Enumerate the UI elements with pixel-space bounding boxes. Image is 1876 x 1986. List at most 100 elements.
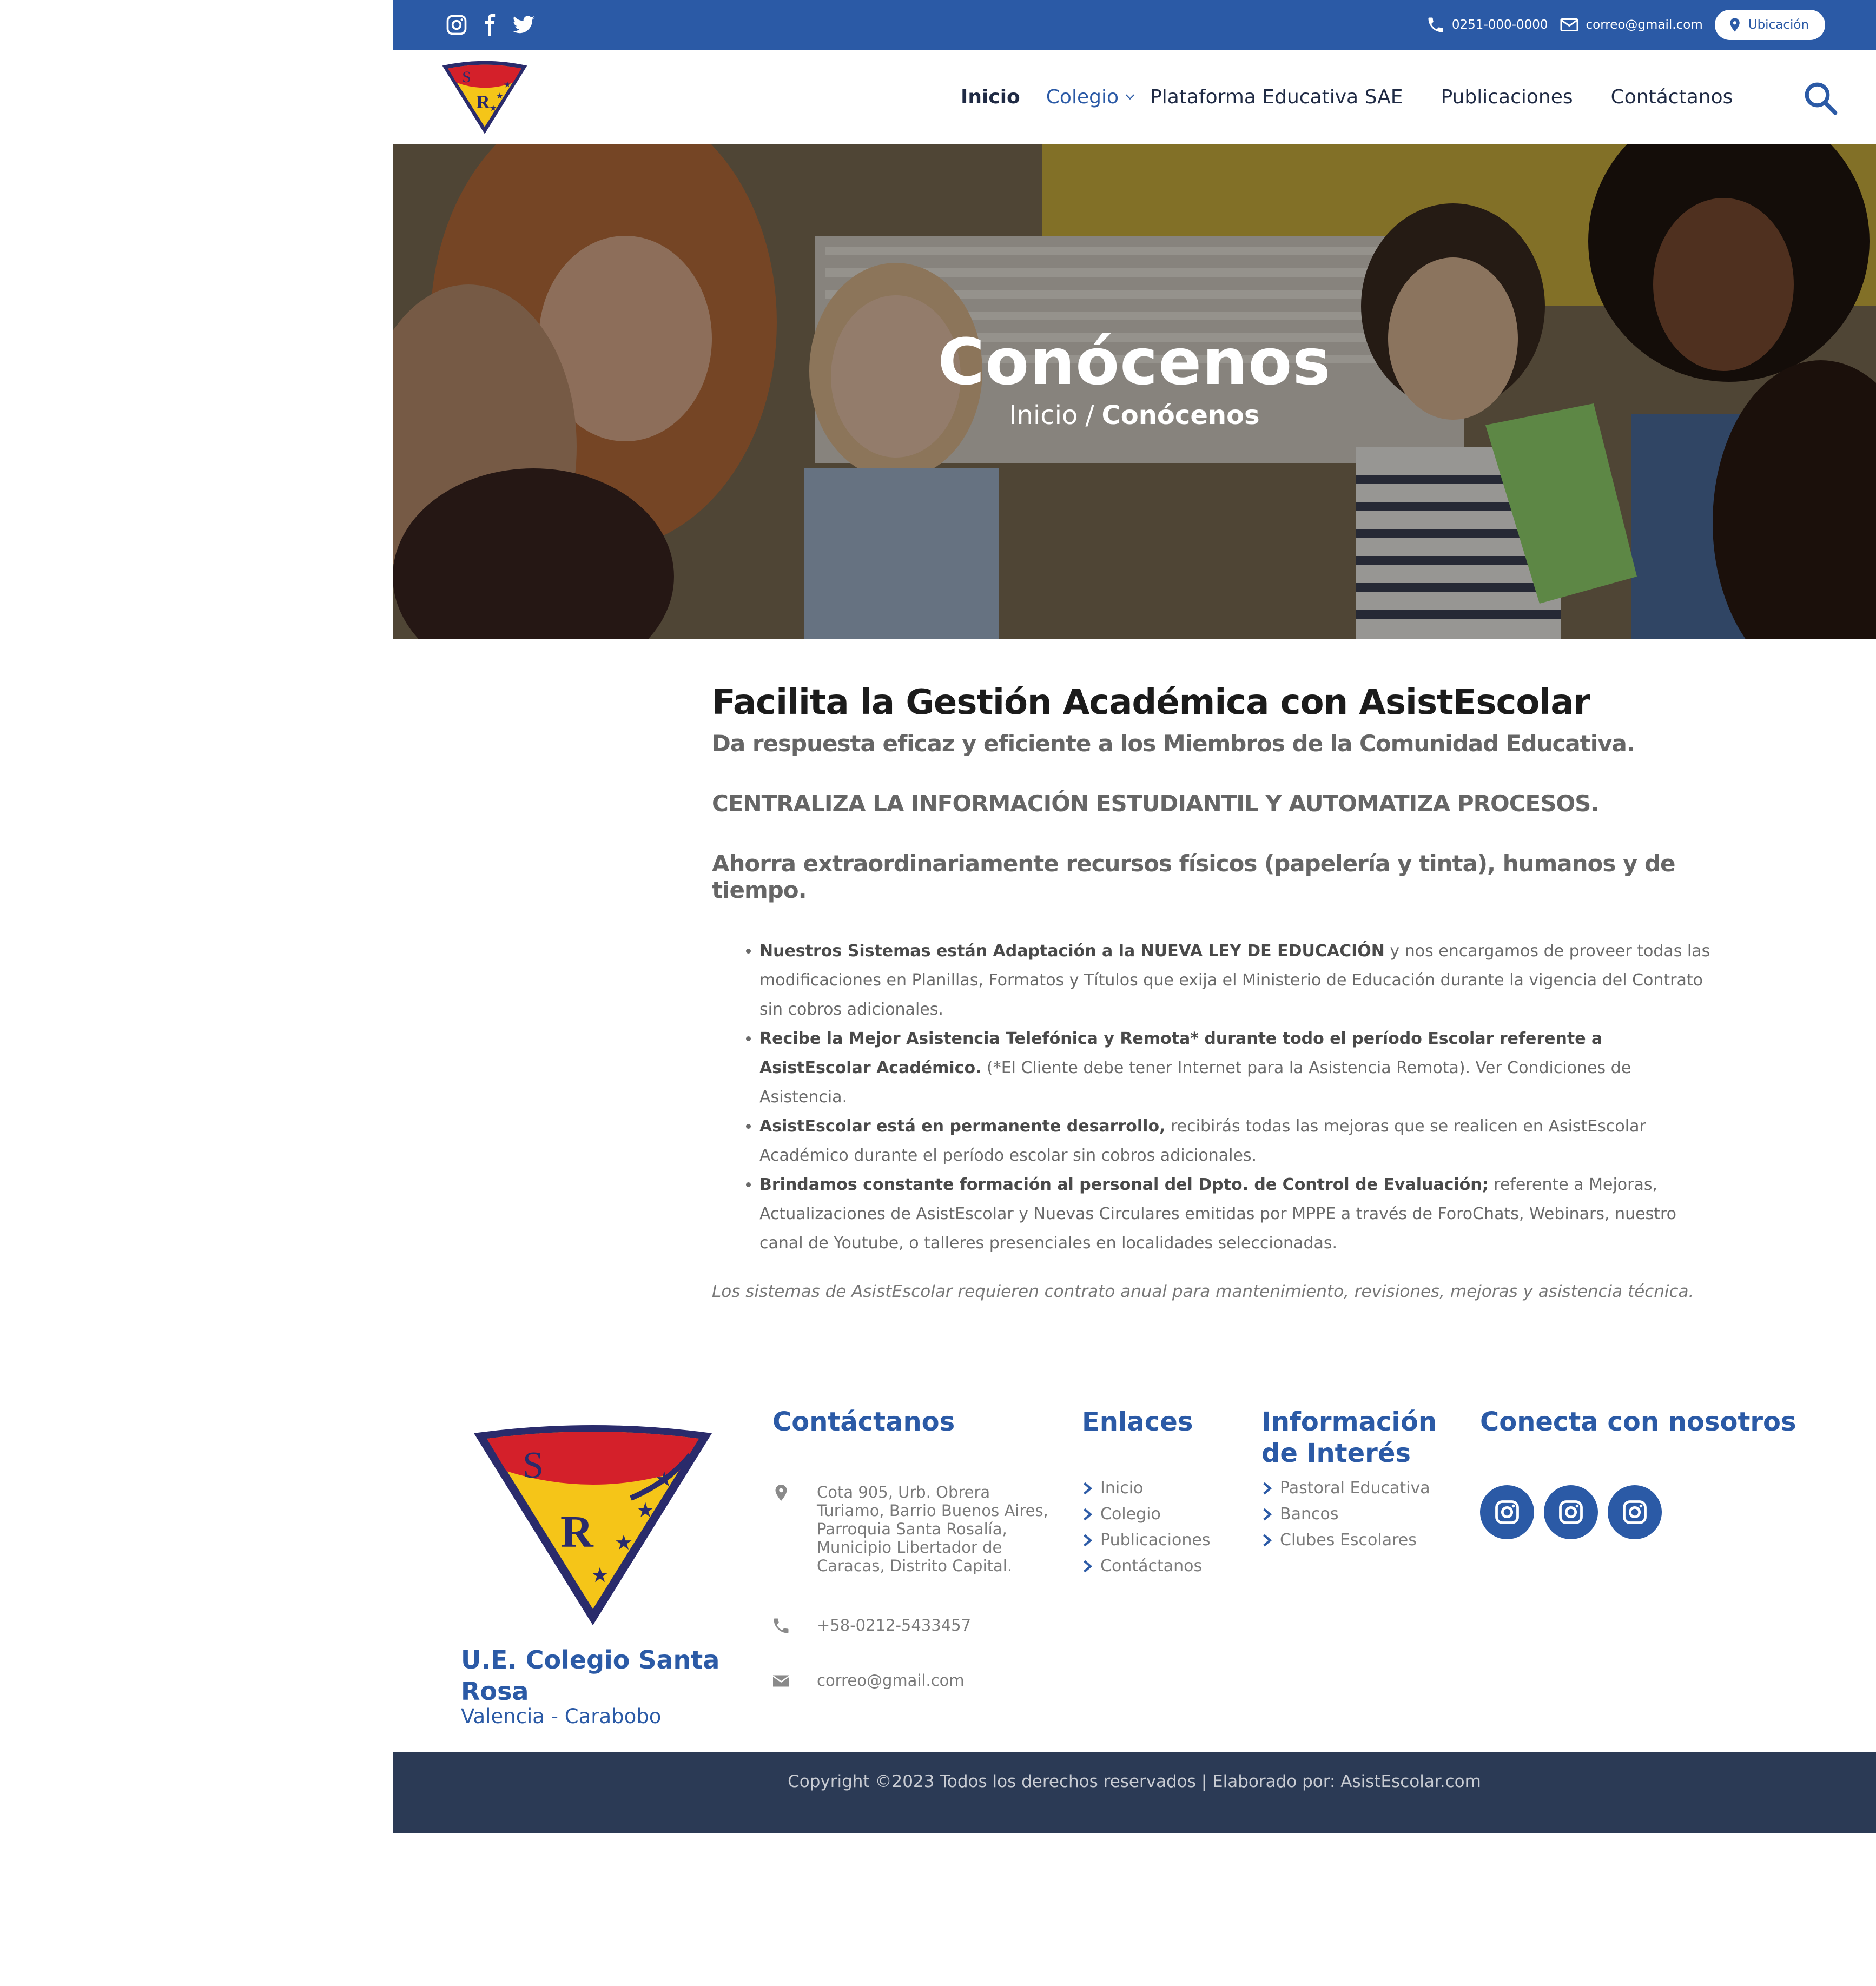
nav-item-contactanos[interactable]: Contáctanos	[1611, 86, 1733, 108]
nav-item-colegio[interactable]: Colegio	[1046, 86, 1119, 108]
feature-bold: AsistEscolar está en permanente desarrol…	[759, 1117, 1166, 1136]
list-item: Recibe la Mejor Asistencia Telefónica y …	[759, 1024, 1718, 1112]
footer: S R ★ ★ ★ ★ U.E. Colegio Santa Rosa Vale…	[393, 1385, 1876, 1752]
school-logo[interactable]: S R ★ ★ ★	[436, 56, 533, 136]
footer-school-name: U.E. Colegio Santa Rosa	[461, 1645, 720, 1706]
twitter-icon[interactable]	[512, 13, 536, 37]
footer-links-heading: Enlaces	[1082, 1407, 1193, 1437]
envelope-icon	[772, 1675, 790, 1687]
feature-bold: Brindamos constante formación al persona…	[759, 1175, 1489, 1194]
footer-links: Inicio Colegio Publicaciones Contáctanos	[1082, 1475, 1210, 1579]
footer-phone-text: +58-0212-5433457	[817, 1616, 972, 1634]
footer-info-clubes[interactable]: Clubes Escolares	[1261, 1527, 1430, 1553]
location-button[interactable]: Ubicación	[1714, 10, 1825, 40]
footer-link-inicio[interactable]: Inicio	[1082, 1475, 1210, 1501]
feature-bold: Nuestros Sistemas están Adaptación a la …	[759, 942, 1385, 961]
footer-link-label: Colegio	[1100, 1505, 1161, 1524]
footer-link-label: Inicio	[1100, 1479, 1144, 1498]
list-item: Brindamos constante formación al persona…	[759, 1170, 1718, 1258]
top-phone-text: 0251-000-0000	[1451, 18, 1548, 32]
page: 0251-000-0000 correo@gmail.com Ubicación…	[393, 0, 1876, 1833]
main-navbar: S R ★ ★ ★ Inicio Colegio Plataforma Educ…	[393, 50, 1876, 144]
hero-banner: Conócenos Inicio / Conócenos	[393, 144, 1876, 639]
svg-text:R: R	[476, 91, 490, 112]
map-pin-icon	[1730, 18, 1740, 32]
footer-phone[interactable]: +58-0212-5433457	[771, 1616, 971, 1636]
svg-text:★: ★	[636, 1498, 655, 1522]
map-pin-icon	[775, 1485, 787, 1501]
nav-item-inicio[interactable]: Inicio	[961, 86, 1020, 108]
svg-text:★: ★	[591, 1563, 609, 1587]
chevron-right-icon	[1263, 1508, 1272, 1521]
top-email[interactable]: correo@gmail.com	[1560, 15, 1703, 35]
footer-info-links: Pastoral Educativa Bancos Clubes Escolar…	[1261, 1475, 1430, 1553]
breadcrumb-current: Conócenos	[1101, 400, 1260, 431]
svg-text:★: ★	[490, 103, 497, 113]
footer-instagram-button-1[interactable]	[1480, 1485, 1534, 1539]
social-links	[445, 13, 536, 37]
chevron-right-icon	[1084, 1482, 1093, 1495]
footer-social-heading: Conecta con nosotros	[1480, 1407, 1796, 1437]
footer-email-text: correo@gmail.com	[817, 1671, 965, 1690]
svg-text:★: ★	[496, 90, 504, 101]
svg-text:S: S	[462, 69, 471, 86]
footer-link-label: Publicaciones	[1100, 1531, 1211, 1550]
instagram-icon	[1559, 1500, 1583, 1524]
search-icon[interactable]	[1802, 80, 1838, 116]
footer-info-label: Bancos	[1280, 1505, 1339, 1524]
footer-info-pastoral[interactable]: Pastoral Educativa	[1261, 1475, 1430, 1501]
contract-note: Los sistemas de AsistEscolar requieren c…	[712, 1282, 1694, 1301]
footer-link-label: Contáctanos	[1100, 1557, 1203, 1575]
chevron-right-icon	[1084, 1560, 1093, 1573]
svg-text:S: S	[523, 1445, 544, 1486]
chevron-right-icon	[1263, 1534, 1272, 1547]
chevron-right-icon	[1084, 1534, 1093, 1547]
breadcrumb: Inicio / Conócenos	[393, 400, 1876, 431]
features-list: Nuestros Sistemas están Adaptación a la …	[712, 937, 1718, 1258]
nav-item-publicaciones[interactable]: Publicaciones	[1441, 86, 1573, 108]
content-subheading: Da respuesta eficaz y eficiente a los Mi…	[712, 730, 1635, 757]
page-title: Conócenos	[937, 325, 1331, 399]
breadcrumb-separator: /	[1085, 400, 1094, 431]
svg-text:★: ★	[655, 1467, 673, 1491]
chevron-right-icon	[1084, 1508, 1093, 1521]
chevron-down-icon[interactable]	[1124, 91, 1136, 103]
facebook-icon[interactable]	[478, 13, 502, 37]
footer-instagram-button-3[interactable]	[1608, 1485, 1662, 1539]
phone-icon	[1428, 17, 1443, 32]
footer-info-label: Clubes Escolares	[1280, 1531, 1417, 1550]
chevron-right-icon	[1263, 1482, 1272, 1495]
breadcrumb-home[interactable]: Inicio	[1009, 400, 1078, 431]
list-item: AsistEscolar está en permanente desarrol…	[759, 1112, 1718, 1170]
list-item: Nuestros Sistemas están Adaptación a la …	[759, 937, 1718, 1024]
footer-address: Cota 905, Urb. Obrera Turiamo, Barrio Bu…	[771, 1483, 1055, 1575]
footer-school-logo: S R ★ ★ ★ ★	[474, 1425, 712, 1625]
footer-info-heading: Información de Interés	[1261, 1407, 1437, 1468]
nav-menu: Inicio Colegio Plataforma Educativa SAE …	[961, 50, 1771, 144]
content-headline-ahorra: Ahorra extraordinariamente recursos físi…	[712, 850, 1676, 903]
footer-link-publicaciones[interactable]: Publicaciones	[1082, 1527, 1210, 1553]
footer-instagram-button-2[interactable]	[1544, 1485, 1598, 1539]
footer-link-contactanos[interactable]: Contáctanos	[1082, 1553, 1210, 1579]
top-bar: 0251-000-0000 correo@gmail.com Ubicación	[393, 0, 1876, 50]
instagram-icon[interactable]	[445, 13, 468, 37]
footer-info-bancos[interactable]: Bancos	[1261, 1501, 1430, 1527]
footer-city: Valencia - Carabobo	[461, 1705, 662, 1728]
top-phone[interactable]: 0251-000-0000	[1426, 15, 1548, 35]
svg-text:★: ★	[615, 1531, 633, 1554]
instagram-icon	[1623, 1500, 1647, 1524]
instagram-icon	[1495, 1500, 1519, 1524]
copyright-bar: Copyright ©2023 Todos los derechos reser…	[393, 1752, 1876, 1833]
content-headline-centraliza: CENTRALIZA LA INFORMACIÓN ESTUDIANTIL Y …	[712, 790, 1599, 817]
main-content: Facilita la Gestión Académica con AsistE…	[712, 683, 1718, 1301]
svg-text:R: R	[560, 1507, 594, 1557]
svg-text:★: ★	[504, 79, 511, 89]
footer-link-colegio[interactable]: Colegio	[1082, 1501, 1210, 1527]
footer-info-label: Pastoral Educativa	[1280, 1479, 1430, 1498]
top-contact: 0251-000-0000 correo@gmail.com Ubicación	[1426, 10, 1825, 40]
copyright-text: Copyright ©2023 Todos los derechos reser…	[788, 1772, 1481, 1791]
envelope-icon	[1560, 18, 1578, 31]
footer-email[interactable]: correo@gmail.com	[771, 1671, 965, 1691]
content-heading: Facilita la Gestión Académica con AsistE…	[712, 683, 1590, 723]
nav-item-plataforma[interactable]: Plataforma Educativa SAE	[1150, 86, 1403, 108]
